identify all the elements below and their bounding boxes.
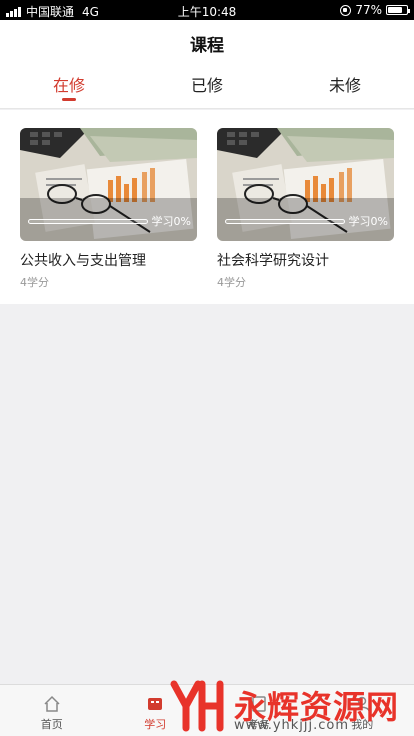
- battery-percent: 77%: [355, 3, 382, 17]
- progress-label: 学习0%: [348, 215, 388, 228]
- status-right: 77%: [340, 3, 410, 17]
- course-thumbnail: 学习0%: [217, 128, 394, 241]
- tab-not-started[interactable]: 未修: [276, 72, 414, 108]
- tab-completed[interactable]: 已修: [138, 72, 276, 108]
- course-credit: 4学分: [217, 276, 246, 289]
- tabbar-item-profile[interactable]: 我的: [311, 685, 414, 736]
- header: 课程 在修 已修 未修: [0, 20, 414, 109]
- course-name: 公共收入与支出管理: [20, 253, 146, 269]
- course-progress: 学习0%: [28, 214, 191, 228]
- tabbar-item-exam[interactable]: 考务: [207, 685, 311, 736]
- tabbar-label: 学习: [144, 718, 167, 731]
- home-icon: [44, 695, 60, 712]
- page-title: 课程: [190, 36, 224, 56]
- bottom-tab-bar: 首页 学习 考务 我的: [0, 684, 414, 736]
- progress-label: 学习0%: [151, 215, 191, 228]
- profile-icon: [354, 696, 370, 712]
- orientation-lock-icon: [340, 4, 352, 16]
- course-list: 学习0% 公共收入与支出管理 4学分 学习0% 社会科学研究设计 4学分: [0, 110, 414, 304]
- course-credit: 4学分: [20, 276, 49, 289]
- tabbar-label: 首页: [40, 718, 63, 731]
- battery-icon: [386, 5, 410, 15]
- course-thumbnail: 学习0%: [20, 128, 197, 241]
- tabbar-item-study[interactable]: 学习: [104, 685, 208, 736]
- tabbar-label: 考务: [247, 718, 270, 731]
- course-tabs: 在修 已修 未修: [0, 72, 414, 108]
- tab-in-progress[interactable]: 在修: [0, 72, 138, 108]
- course-card[interactable]: 学习0% 公共收入与支出管理 4学分: [20, 128, 197, 290]
- tabbar-item-home[interactable]: 首页: [0, 685, 104, 736]
- course-progress: 学习0%: [225, 214, 388, 228]
- progress-bar: [225, 218, 345, 224]
- study-icon: [148, 698, 163, 710]
- course-name: 社会科学研究设计: [217, 253, 329, 269]
- progress-bar: [28, 218, 148, 224]
- status-bar: 中国联通 4G 上午10:48 77%: [0, 0, 414, 20]
- course-card[interactable]: 学习0% 社会科学研究设计 4学分: [217, 128, 394, 290]
- tabbar-label: 我的: [351, 718, 374, 731]
- exam-icon: [252, 696, 266, 712]
